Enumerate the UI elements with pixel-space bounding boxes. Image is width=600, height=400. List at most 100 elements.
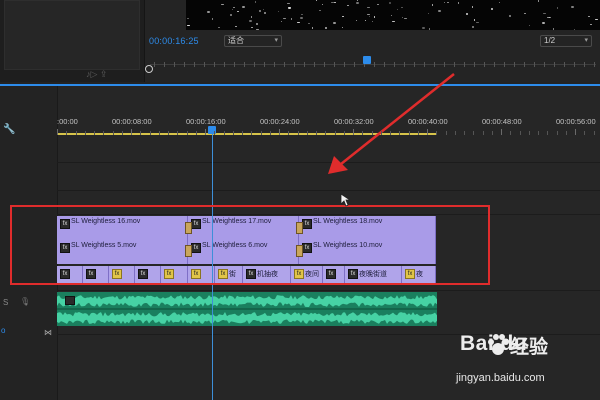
preview-particle (590, 24, 592, 25)
preview-particle (404, 18, 407, 19)
resolution-label: 1/2 (544, 36, 556, 45)
preview-particle (233, 7, 235, 8)
scrub-tick (274, 62, 275, 67)
ruler-tick (427, 129, 428, 135)
ruler-tick (584, 131, 585, 135)
track-end-icon[interactable]: ⋈ (44, 328, 52, 337)
ruler-tick (557, 131, 558, 135)
preview-particle (278, 11, 279, 12)
ruler-tick (436, 131, 437, 135)
ruler-tick (288, 131, 289, 135)
preview-particle (392, 21, 395, 22)
ruler-tick (168, 131, 169, 135)
preview-particle (322, 4, 323, 5)
scrub-tick (544, 62, 545, 67)
ruler-tick (177, 131, 178, 135)
preview-particle (543, 13, 546, 14)
panel-toolbar-icons[interactable]: ♪▷ ⇪ (86, 69, 107, 80)
preview-particle (369, 16, 370, 17)
project-panel-content (4, 0, 140, 70)
waveform-channel (57, 312, 437, 324)
preview-particle (553, 28, 554, 30)
preview-particle (232, 9, 233, 10)
video-preview (186, 0, 600, 30)
scrub-tick (484, 62, 485, 67)
preview-particle (263, 9, 264, 10)
track-divider (57, 290, 600, 291)
waveform-channel (57, 295, 437, 307)
scrub-tick (314, 62, 315, 67)
ruler-tick (520, 131, 521, 135)
baidu-jingyan-watermark: Bai du 经验 jingyan.baidu.com (438, 330, 598, 396)
ruler-tick (409, 131, 410, 135)
scrub-tick (594, 62, 595, 67)
preview-particle (397, 9, 398, 10)
scrub-tick (174, 62, 175, 67)
audio-clip[interactable] (57, 292, 437, 326)
preview-particle (334, 2, 336, 3)
preview-particle (281, 21, 282, 22)
ruler-tick (344, 131, 345, 135)
wrench-icon[interactable]: 🔧 (3, 124, 15, 135)
ruler-tick (538, 131, 539, 135)
ruler-tick (510, 131, 511, 135)
preview-particle (356, 2, 359, 4)
preview-particle (264, 12, 266, 14)
track-label: S (3, 298, 9, 307)
in-point-marker[interactable] (145, 65, 153, 73)
ruler-tick (261, 131, 262, 135)
watermark-url: jingyan.baidu.com (456, 372, 545, 384)
scrub-tick (554, 62, 555, 67)
preview-particle (356, 20, 357, 21)
scrub-tick (254, 62, 255, 67)
preview-particle (259, 10, 261, 12)
preview-particle (342, 16, 344, 17)
audio-waveform (57, 295, 437, 324)
ruler-tick (473, 131, 474, 135)
preview-particle (251, 27, 253, 28)
ruler-tick (150, 131, 151, 135)
preview-particle (432, 4, 433, 6)
ruler-tick (381, 131, 382, 135)
ruler-tick (76, 131, 77, 135)
preview-particle (595, 19, 598, 20)
preview-particle (237, 11, 239, 12)
scrub-tick (304, 62, 305, 67)
scrub-tick (164, 62, 165, 67)
preview-particle (218, 27, 220, 28)
ruler-tick (103, 131, 104, 135)
scrub-tick (194, 62, 195, 67)
chevron-down-icon: ▾ (274, 37, 278, 44)
preview-particle (444, 2, 445, 3)
scrub-tick (234, 62, 235, 67)
preview-particle (357, 0, 358, 1)
preview-particle (287, 3, 290, 4)
playhead-timecode[interactable]: 00:00:16:25 (149, 36, 199, 46)
ruler-tick (501, 129, 502, 135)
scrub-tick (524, 62, 525, 67)
playback-resolution-dropdown[interactable]: 1/2 ▾ (540, 35, 592, 47)
zoom-fit-dropdown[interactable]: 适合 ▾ (224, 35, 282, 47)
preview-particle (529, 25, 530, 26)
preview-particle (347, 5, 349, 6)
ruler-tick (196, 131, 197, 135)
preview-particle (509, 15, 511, 17)
microphone-icon[interactable]: 🎙 (20, 297, 30, 306)
preview-particle (256, 23, 258, 25)
preview-particle (429, 28, 430, 30)
preview-particle (221, 4, 224, 5)
ruler-tick (529, 131, 530, 135)
zoom-fit-label: 适合 (228, 36, 244, 45)
ruler-tick (575, 129, 576, 135)
scrub-tick (154, 62, 155, 67)
ruler-tick (372, 131, 373, 135)
preview-particle (230, 14, 232, 16)
preview-particle (391, 15, 392, 16)
preview-particle (256, 29, 259, 30)
preview-particle (187, 18, 189, 19)
preview-particle (242, 6, 245, 8)
track-divider (57, 190, 600, 191)
preview-particle (377, 4, 379, 5)
ruler-tick (362, 131, 363, 135)
ruler-tick (270, 131, 271, 135)
